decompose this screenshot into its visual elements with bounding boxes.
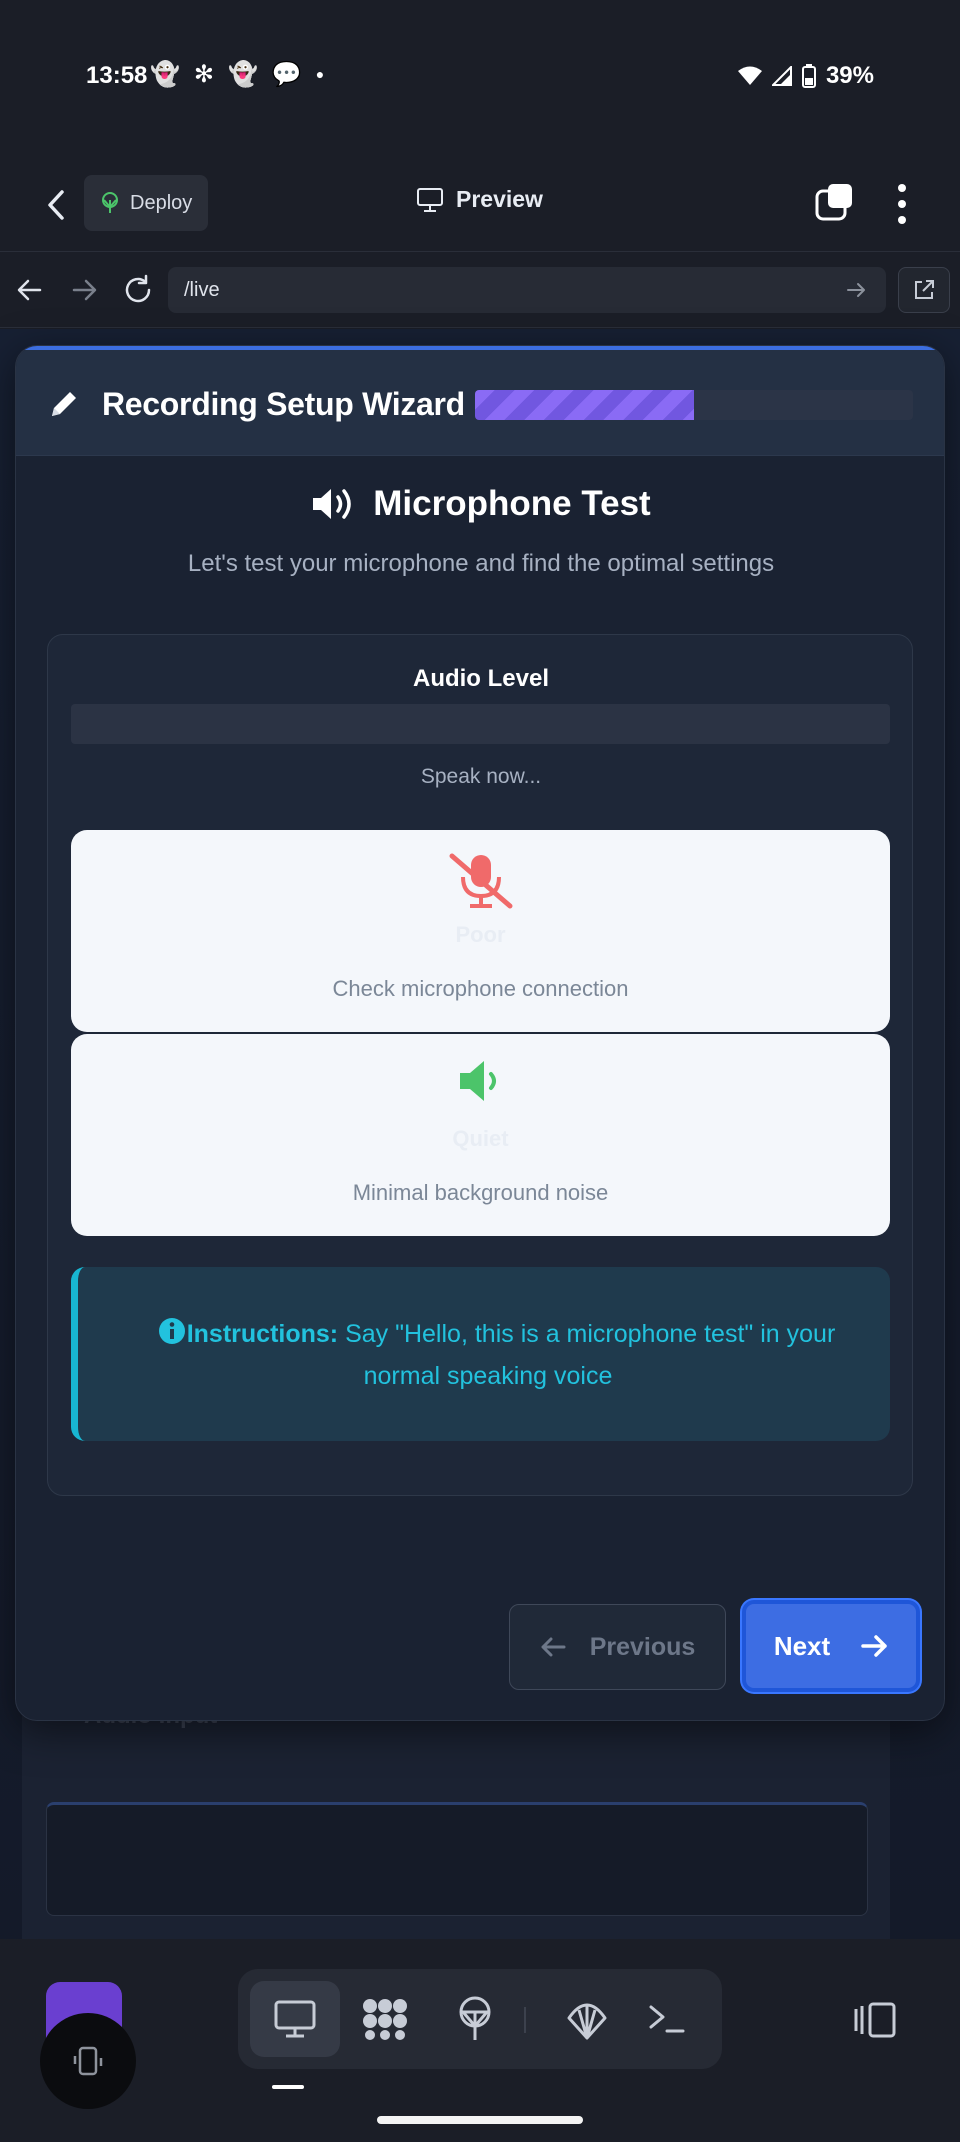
wizard-modal: Recording Setup Wizard Microphone Test L…	[15, 345, 945, 1721]
url-field[interactable]: /live	[168, 267, 886, 313]
wizard-progress-fill	[475, 390, 694, 420]
deploy-icon	[102, 192, 118, 213]
browser-back-icon[interactable]	[12, 272, 48, 308]
battery-percent: 39%	[825, 62, 874, 89]
next-label: Next	[773, 1630, 831, 1661]
section-title: Microphone Test	[373, 484, 651, 523]
signal-icon	[771, 66, 792, 86]
terminal-view-button[interactable]	[622, 1981, 712, 2057]
browser-forward-icon[interactable]	[66, 272, 102, 308]
wizard-progress-bar	[475, 390, 913, 420]
external-link-icon	[915, 280, 934, 299]
dot-icon: ●	[315, 66, 325, 82]
deploy-view-button[interactable]	[430, 1981, 520, 2057]
instructions-text: Instructions: Say "Hello, this is a micr…	[138, 1313, 838, 1397]
background-input-box	[46, 1802, 868, 1916]
chat-icon: 💬	[271, 61, 302, 88]
quality-card-poor: Poor Check microphone connection	[71, 830, 890, 1032]
reload-icon[interactable]	[120, 272, 156, 308]
snapchat-icon: 👻	[228, 61, 258, 88]
status-bar: 13:58 👻 ✻ 👻 💬 ● 39%	[0, 0, 960, 160]
shell-icon	[567, 2003, 607, 2040]
preview-tab[interactable]: Preview	[416, 186, 543, 213]
section-heading: Microphone Test	[16, 484, 944, 524]
grid-view-button[interactable]	[340, 1981, 430, 2057]
audio-level-label: Audio Level	[412, 665, 550, 692]
speak-prompt: Speak now...	[420, 765, 542, 788]
view-switcher	[238, 1969, 722, 2069]
noise-status: Quiet	[452, 1126, 509, 1151]
audio-level-meter	[71, 704, 890, 744]
previous-button[interactable]: Previous	[509, 1604, 726, 1690]
battery-icon	[801, 64, 816, 88]
preview-label: Preview	[456, 186, 543, 212]
microphone-slash-icon	[449, 853, 512, 909]
notification-icons: 👻 ✻ 👻 💬 ●	[150, 60, 324, 89]
nav-separator	[524, 2007, 526, 2033]
split-view-icon[interactable]	[852, 2001, 898, 2039]
app-header: Deploy Preview	[0, 160, 960, 252]
antenna-icon	[459, 1996, 491, 2040]
url-text: /live	[184, 278, 220, 301]
status-time: 13:58	[86, 62, 148, 89]
home-indicator[interactable]	[377, 2116, 583, 2124]
mic-test-panel: Audio Level Speak now... Poor Check micr…	[47, 634, 913, 1496]
active-tab-indicator	[272, 2085, 304, 2089]
go-arrow-icon[interactable]	[844, 278, 868, 302]
speaker-icon	[313, 489, 352, 519]
next-button[interactable]: Next	[742, 1600, 920, 1692]
snapchat-icon: 👻	[150, 61, 180, 88]
grid-blob-icon	[363, 1999, 407, 2040]
monitor-icon	[274, 2000, 316, 2038]
rotate-icon	[73, 2046, 103, 2076]
instructions-body: Say "Hello, this is a microphone test" i…	[345, 1320, 836, 1390]
volume-low-icon	[459, 1061, 496, 1101]
back-chevron-icon[interactable]	[40, 184, 72, 226]
previous-label: Previous	[589, 1632, 696, 1661]
quality-card-quiet: Quiet Minimal background noise	[71, 1034, 890, 1236]
instructions-box: Instructions: Say "Hello, this is a micr…	[71, 1267, 890, 1441]
arrow-right-icon	[861, 1635, 887, 1657]
arrow-left-icon	[541, 1637, 566, 1657]
tabs-icon[interactable]	[814, 182, 854, 222]
desktop-view-button[interactable]	[250, 1981, 340, 2057]
section-subtitle: Let's test your microphone and find the …	[187, 550, 775, 577]
status-right: 39%	[737, 62, 874, 90]
quality-description: Check microphone connection	[332, 976, 629, 1001]
quality-status: Poor	[455, 922, 506, 947]
noise-description: Minimal background noise	[352, 1180, 609, 1205]
wizard-title: Recording Setup Wizard	[102, 386, 465, 422]
instructions-label: Instructions:	[186, 1320, 339, 1348]
rotate-button[interactable]	[40, 2013, 136, 2109]
browser-bar: /live	[0, 252, 960, 328]
more-options-icon[interactable]	[892, 182, 912, 226]
deploy-label: Deploy	[130, 191, 193, 214]
wifi-icon	[737, 66, 762, 85]
terminal-icon	[649, 2005, 685, 2033]
open-external-button[interactable]	[898, 267, 950, 313]
deploy-button[interactable]: Deploy	[84, 175, 208, 231]
bottom-navigation	[0, 1939, 960, 2142]
monitor-icon	[417, 187, 443, 212]
slack-icon: ✻	[193, 61, 214, 88]
wizard-header: Recording Setup Wizard	[16, 350, 944, 456]
shell-view-button[interactable]	[542, 1981, 632, 2057]
pen-icon	[52, 392, 76, 416]
